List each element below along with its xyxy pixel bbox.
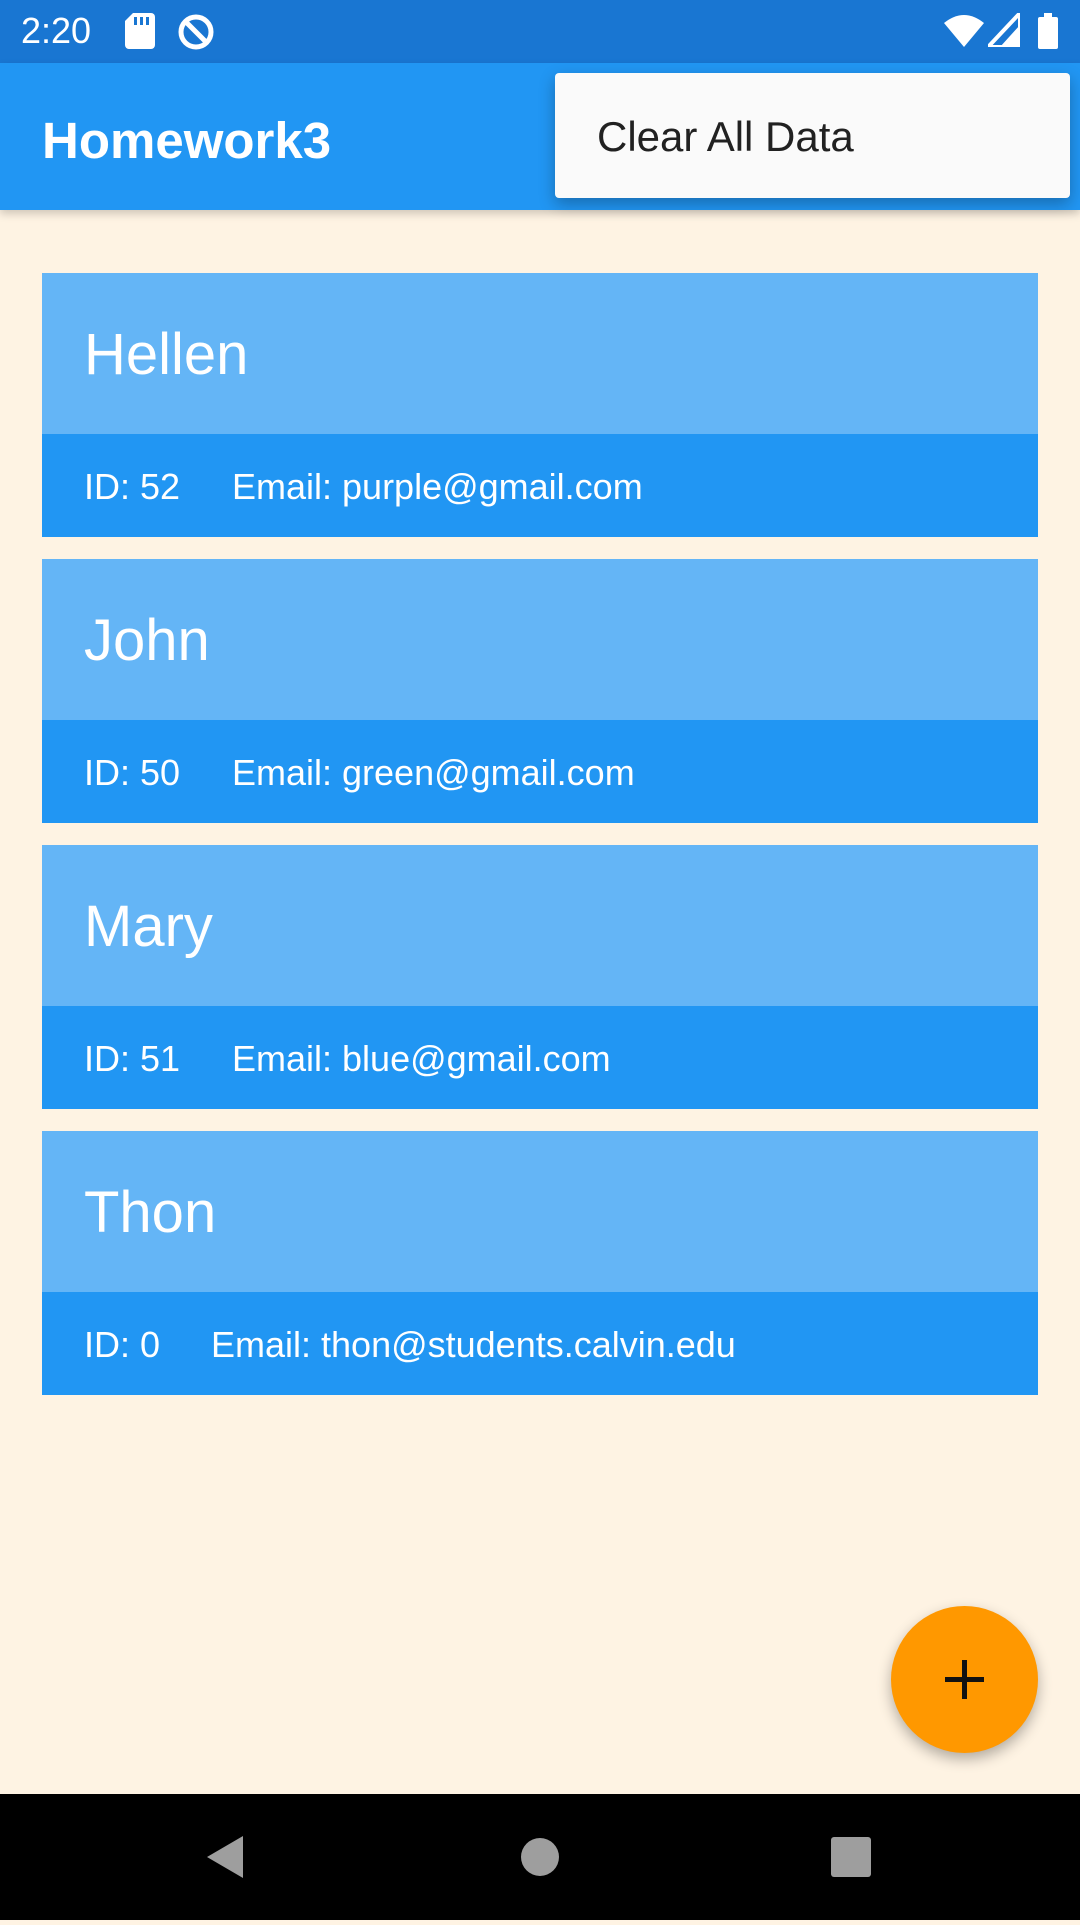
contact-id: ID: 50 <box>84 752 181 793</box>
contact-card-footer: ID: 0 Email: thon@students.calvin.edu <box>42 1292 1038 1395</box>
contact-id: ID: 52 <box>84 466 181 507</box>
contact-card-header: Hellen <box>42 273 1038 434</box>
home-icon <box>521 1838 559 1876</box>
overflow-menu: Clear All Data <box>555 73 1070 198</box>
contact-card[interactable]: Thon ID: 0 Email: thon@students.calvin.e… <box>42 1131 1038 1395</box>
status-bar: 2:20 <box>0 0 1080 63</box>
data-saver-icon <box>177 13 215 56</box>
contact-email: Email: thon@students.calvin.edu <box>211 1324 736 1365</box>
back-icon <box>207 1836 243 1878</box>
add-contact-fab[interactable] <box>891 1606 1038 1753</box>
sd-card-icon <box>125 13 155 54</box>
contact-card-header: Mary <box>42 845 1038 1006</box>
app-title: Homework3 <box>42 112 332 169</box>
contact-list: Hellen ID: 52 Email: purple@gmail.com Jo… <box>42 273 1038 1417</box>
contact-card-header: John <box>42 559 1038 720</box>
recents-icon <box>831 1837 871 1877</box>
contact-card[interactable]: John ID: 50 Email: green@gmail.com <box>42 559 1038 823</box>
contact-name: John <box>84 608 210 673</box>
recents-button[interactable] <box>788 1794 914 1920</box>
contact-id: ID: 0 <box>84 1324 161 1365</box>
contact-card-footer: ID: 52 Email: purple@gmail.com <box>42 434 1038 537</box>
cell-signal-icon <box>983 7 1022 52</box>
back-button[interactable] <box>163 1794 289 1920</box>
contact-card-footer: ID: 51 Email: blue@gmail.com <box>42 1006 1038 1109</box>
status-time: 2:20 <box>21 10 92 51</box>
contact-card[interactable]: Hellen ID: 52 Email: purple@gmail.com <box>42 273 1038 537</box>
contact-email: Email: blue@gmail.com <box>232 1038 611 1079</box>
wifi-icon <box>944 13 984 52</box>
navigation-bar <box>0 1794 1080 1920</box>
menu-item-label: Clear All Data <box>597 113 854 160</box>
contact-email: Email: green@gmail.com <box>232 752 635 793</box>
contact-card[interactable]: Mary ID: 51 Email: blue@gmail.com <box>42 845 1038 1109</box>
contact-name: Thon <box>84 1180 217 1245</box>
contact-name: Hellen <box>84 322 249 387</box>
contact-id: ID: 51 <box>84 1038 181 1079</box>
menu-item-clear-all-data[interactable]: Clear All Data <box>555 73 1070 198</box>
contact-name: Mary <box>84 894 213 959</box>
plus-icon <box>945 1660 984 1699</box>
battery-icon <box>1038 13 1058 54</box>
contact-card-footer: ID: 50 Email: green@gmail.com <box>42 720 1038 823</box>
contact-email: Email: purple@gmail.com <box>232 466 643 507</box>
home-button[interactable] <box>477 1794 603 1920</box>
contact-card-header: Thon <box>42 1131 1038 1292</box>
